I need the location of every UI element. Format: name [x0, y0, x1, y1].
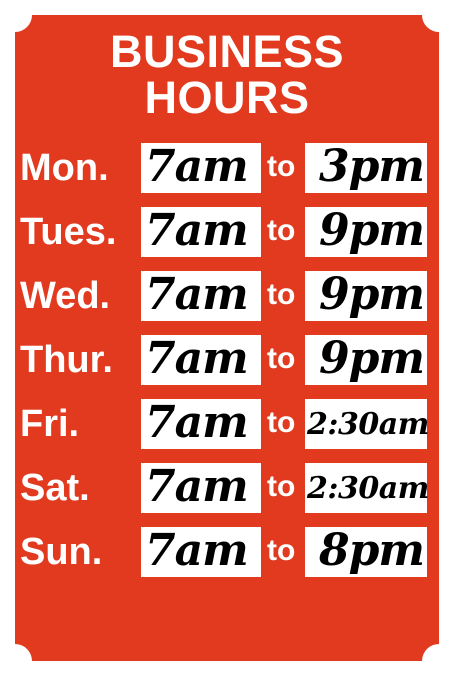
sign-title-line1: BUSINESS [109, 26, 345, 77]
close-time: 8pm [319, 525, 425, 576]
to-label: to [267, 534, 296, 567]
hours-row-friday: Fri. 7am to 2:30am [15, 397, 439, 449]
hours-row-thursday: Thur. 7am to 9pm [15, 333, 439, 385]
corner-notch [422, 644, 450, 678]
corner-notch [422, 0, 450, 32]
open-time: 7am [145, 269, 249, 320]
to-label: to [267, 470, 296, 503]
hours-row-wednesday: Wed. 7am to 9pm [15, 269, 439, 321]
close-time: 9pm [319, 269, 425, 320]
open-time-box: 7am [141, 461, 261, 513]
sign-title-line2: HOURS [144, 72, 310, 123]
close-time-box: 9pm [305, 333, 427, 385]
close-time-box: 2:30am [305, 399, 429, 449]
open-time-box: 7am [141, 205, 261, 257]
day-label: Sun. [20, 531, 103, 573]
open-time-box: 7am [141, 333, 261, 385]
day-label: Tues. [20, 211, 117, 253]
open-time: 7am [145, 525, 249, 576]
close-time-box: 8pm [305, 525, 427, 577]
day-label: Sat. [20, 467, 90, 509]
business-hours-sign: BUSINESS HOURS Mon. 7am to 3pm Tues. 7am… [0, 0, 450, 678]
close-time: 2:30am [307, 471, 429, 506]
open-time-box: 7am [141, 269, 261, 321]
corner-notch [0, 0, 32, 32]
hours-row-sunday: Sun. 7am to 8pm [15, 525, 439, 577]
day-label: Mon. [20, 147, 109, 189]
open-time: 7am [145, 141, 249, 192]
hours-row-saturday: Sat. 7am to 2:30am [15, 461, 439, 513]
open-time: 7am [145, 333, 249, 384]
day-label: Wed. [20, 275, 111, 317]
day-label: Fri. [20, 403, 80, 445]
close-time-box: 9pm [305, 205, 427, 257]
corner-notch [0, 644, 32, 678]
to-label: to [267, 406, 296, 439]
close-time-box: 2:30am [305, 463, 429, 513]
hours-row-monday: Mon. 7am to 3pm [15, 141, 439, 193]
close-time-box: 9pm [305, 269, 427, 321]
close-time: 9pm [319, 205, 425, 256]
close-time: 3pm [319, 141, 425, 192]
day-label: Thur. [20, 339, 113, 381]
to-label: to [267, 214, 296, 247]
open-time-box: 7am [141, 141, 261, 193]
close-time: 9pm [319, 333, 425, 384]
open-time-box: 7am [141, 525, 261, 577]
to-label: to [267, 278, 296, 311]
open-time-box: 7am [141, 397, 261, 449]
to-label: to [267, 150, 296, 183]
open-time: 7am [145, 205, 249, 256]
to-label: to [267, 342, 296, 375]
open-time: 7am [145, 397, 249, 448]
hours-row-tuesday: Tues. 7am to 9pm [15, 205, 439, 257]
close-time: 2:30am [307, 407, 429, 442]
close-time-box: 3pm [305, 141, 427, 193]
open-time: 7am [145, 461, 249, 512]
